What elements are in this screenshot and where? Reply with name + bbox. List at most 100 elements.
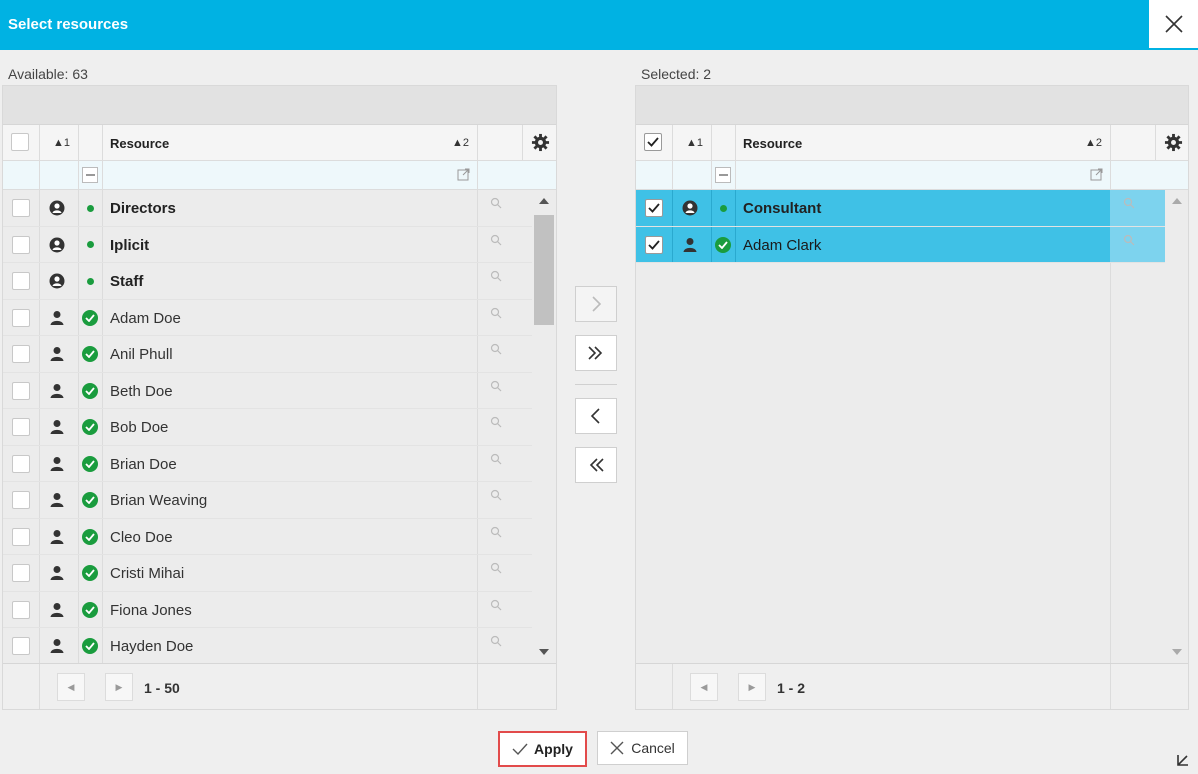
- row-checkbox[interactable]: [12, 418, 30, 436]
- row-checkbox[interactable]: [645, 235, 663, 254]
- available-row[interactable]: Anil Phull: [3, 336, 532, 373]
- row-checkbox[interactable]: [12, 527, 30, 546]
- person-icon: [50, 493, 64, 507]
- available-filter-open-icon[interactable]: [457, 168, 470, 181]
- row-checkbox[interactable]: [12, 345, 30, 363]
- row-checkbox[interactable]: [645, 199, 663, 217]
- available-status-filter[interactable]: [82, 167, 98, 183]
- scroll-down-icon[interactable]: [539, 649, 549, 655]
- available-select-all-checkbox[interactable]: [11, 133, 29, 151]
- close-button[interactable]: [1149, 0, 1198, 48]
- selected-settings-gear-icon[interactable]: [1164, 133, 1183, 152]
- active-status-icon: [82, 382, 98, 399]
- selected-header-row: ▲1 Resource ▲2: [636, 125, 1188, 161]
- available-row[interactable]: Cleo Doe: [3, 519, 532, 555]
- status-dot-icon: [86, 277, 94, 285]
- magnifier-icon[interactable]: [490, 526, 502, 538]
- selected-filter-open-icon[interactable]: [1090, 168, 1103, 181]
- row-checkbox[interactable]: [12, 381, 30, 400]
- magnifier-icon[interactable]: [490, 489, 502, 501]
- row-checkbox[interactable]: [12, 199, 30, 217]
- available-next-page-button[interactable]: ▶: [105, 673, 133, 701]
- selected-prev-page-button[interactable]: ◀: [690, 673, 718, 701]
- available-sort-2[interactable]: ▲2: [452, 137, 469, 149]
- available-row[interactable]: Adam Doe: [3, 300, 532, 336]
- row-checkbox[interactable]: [12, 272, 30, 290]
- available-rows: Directors Iplicit Staff Adam Doe Anil Phull B…: [3, 190, 556, 663]
- selected-select-all-checkbox[interactable]: [644, 133, 662, 151]
- magnifier-icon[interactable]: [490, 270, 502, 282]
- status-dot-icon: [719, 204, 727, 212]
- active-status-icon: [715, 236, 731, 253]
- magnifier-icon[interactable]: [490, 380, 502, 392]
- magnifier-icon[interactable]: [490, 234, 502, 246]
- available-row[interactable]: Iplicit: [3, 227, 532, 263]
- available-scrollbar[interactable]: [532, 190, 556, 663]
- selected-scrollbar[interactable]: [1165, 190, 1188, 663]
- magnifier-icon[interactable]: [490, 562, 502, 574]
- row-checkbox[interactable]: [12, 308, 30, 327]
- double-chevron-left-icon: [589, 458, 604, 472]
- selected-row[interactable]: Adam Clark: [636, 226, 1165, 263]
- available-row[interactable]: Brian Weaving: [3, 482, 532, 519]
- available-row[interactable]: Brian Doe: [3, 446, 532, 482]
- magnifier-icon[interactable]: [490, 635, 502, 647]
- magnifier-icon[interactable]: [490, 599, 502, 611]
- available-row[interactable]: Staff: [3, 263, 532, 300]
- selected-filter-row: [636, 161, 1188, 190]
- cancel-button[interactable]: Cancel: [597, 731, 688, 765]
- resource-name: Brian Weaving: [110, 492, 208, 509]
- scroll-down-icon[interactable]: [1172, 649, 1182, 655]
- available-row[interactable]: Hayden Doe: [3, 628, 532, 663]
- magnifier-icon[interactable]: [490, 307, 502, 319]
- available-filter-row: [3, 161, 556, 190]
- available-sort-1[interactable]: ▲1: [53, 137, 70, 149]
- magnifier-icon[interactable]: [490, 343, 502, 355]
- available-row[interactable]: Bob Doe: [3, 409, 532, 446]
- magnifier-icon[interactable]: [1123, 234, 1135, 246]
- scroll-up-icon[interactable]: [1172, 198, 1182, 204]
- chevron-right-icon: [592, 296, 602, 312]
- selected-row[interactable]: Consultant: [636, 190, 1165, 227]
- move-all-left-button[interactable]: [575, 447, 617, 483]
- move-right-button[interactable]: [575, 286, 617, 322]
- group-icon: [49, 273, 65, 289]
- available-row[interactable]: Cristi Mihai: [3, 555, 532, 592]
- available-prev-page-button[interactable]: ◀: [57, 673, 85, 701]
- row-checkbox[interactable]: [12, 600, 30, 619]
- resize-grip-icon[interactable]: [1176, 753, 1190, 767]
- magnifier-icon[interactable]: [490, 453, 502, 465]
- resource-name: Anil Phull: [110, 346, 173, 363]
- scroll-up-icon[interactable]: [539, 198, 549, 204]
- selected-sort-2[interactable]: ▲2: [1085, 137, 1102, 149]
- apply-button[interactable]: Apply: [498, 731, 587, 767]
- available-row[interactable]: Fiona Jones: [3, 592, 532, 628]
- magnifier-icon[interactable]: [1123, 197, 1135, 209]
- resource-name: Consultant: [743, 200, 822, 217]
- magnifier-icon[interactable]: [490, 197, 502, 209]
- selected-next-page-button[interactable]: ▶: [738, 673, 766, 701]
- row-checkbox[interactable]: [12, 564, 30, 582]
- resource-name: Hayden Doe: [110, 638, 194, 655]
- available-scroll-thumb[interactable]: [534, 215, 554, 325]
- person-icon: [683, 237, 697, 252]
- available-row[interactable]: Beth Doe: [3, 373, 532, 409]
- active-status-icon: [82, 638, 98, 654]
- row-checkbox[interactable]: [12, 454, 30, 473]
- row-checkbox[interactable]: [12, 637, 30, 655]
- selected-resource-header[interactable]: Resource: [743, 136, 802, 151]
- resource-name: Cristi Mihai: [110, 565, 185, 582]
- move-left-button[interactable]: [575, 398, 617, 434]
- selected-sort-1[interactable]: ▲1: [686, 137, 703, 149]
- row-checkbox[interactable]: [12, 491, 30, 509]
- selected-group-area: [636, 86, 1188, 125]
- available-settings-gear-icon[interactable]: [531, 133, 550, 152]
- available-resource-header[interactable]: Resource: [110, 136, 169, 151]
- magnifier-icon[interactable]: [490, 416, 502, 428]
- available-row[interactable]: Directors: [3, 190, 532, 227]
- move-all-right-button[interactable]: [575, 335, 617, 371]
- status-dot-icon: [86, 204, 94, 212]
- available-header-row: ▲1 Resource ▲2: [3, 125, 556, 161]
- selected-status-filter[interactable]: [715, 167, 731, 183]
- row-checkbox[interactable]: [12, 235, 30, 254]
